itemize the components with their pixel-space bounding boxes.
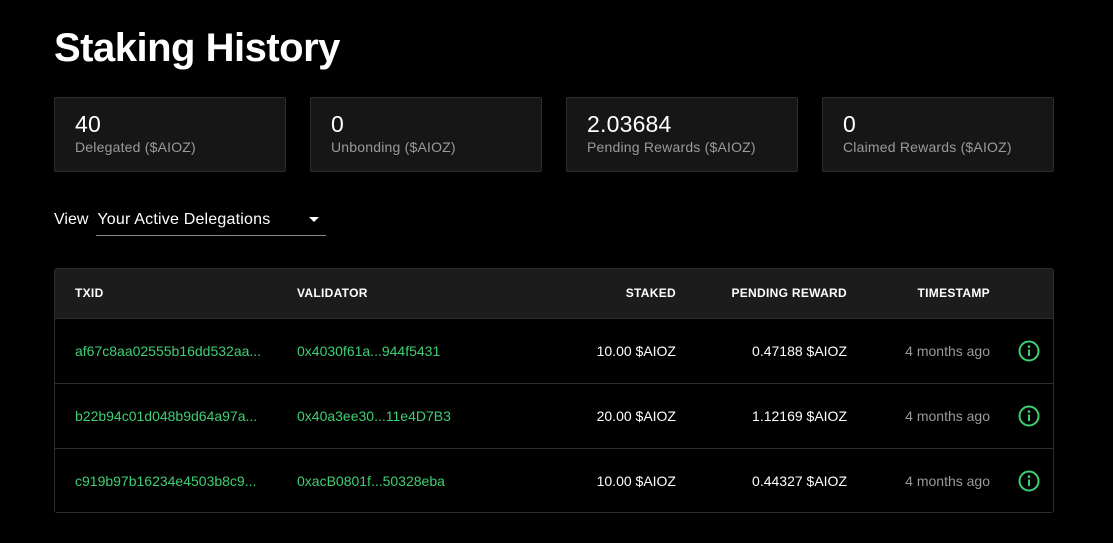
view-select[interactable]: Your Active Delegations (96, 206, 327, 236)
pending-reward-amount: 0.44327 $AIOZ (752, 473, 847, 489)
stat-value: 40 (75, 111, 101, 137)
stat-value: 0 (843, 111, 856, 137)
txid-link[interactable]: c919b97b16234e4503b8c9... (75, 449, 280, 512)
view-label: View (54, 211, 89, 228)
validator-link[interactable]: 0x40a3ee30...11e4D7B3 (297, 384, 451, 448)
txid-link[interactable]: af67c8aa02555b16dd532aa... (75, 319, 280, 383)
timestamp: 4 months ago (905, 343, 990, 359)
column-header-validator: VALIDATOR (297, 286, 368, 300)
table-row: b22b94c01d048b9d64a97a... 0x40a3ee30...1… (55, 384, 1053, 449)
pending-reward-amount: 0.47188 $AIOZ (752, 343, 847, 359)
stat-label: Delegated ($AIOZ) (75, 139, 196, 155)
table-header: TXID VALIDATOR STAKED PENDING REWARD TIM… (55, 269, 1053, 319)
stat-card-claimed-rewards: 0 Claimed Rewards ($AIOZ) (822, 97, 1054, 172)
stat-label: Unbonding ($AIOZ) (331, 139, 456, 155)
column-header-staked: STAKED (625, 286, 676, 300)
staked-amount: 20.00 $AIOZ (596, 408, 676, 424)
stat-card-pending-rewards: 2.03684 Pending Rewards ($AIOZ) (566, 97, 798, 172)
staked-amount: 10.00 $AIOZ (596, 473, 676, 489)
timestamp: 4 months ago (905, 473, 990, 489)
column-header-txid: TXID (75, 286, 104, 300)
column-header-pending-reward: PENDING REWARD (731, 286, 847, 300)
table-row: af67c8aa02555b16dd532aa... 0x4030f61a...… (55, 319, 1053, 384)
pending-reward-amount: 1.12169 $AIOZ (752, 408, 847, 424)
delegations-table: TXID VALIDATOR STAKED PENDING REWARD TIM… (54, 268, 1054, 513)
stat-label: Pending Rewards ($AIOZ) (587, 139, 756, 155)
table-row: c919b97b16234e4503b8c9... 0xacB0801f...5… (55, 449, 1053, 512)
validator-link[interactable]: 0x4030f61a...944f5431 (297, 319, 440, 383)
stat-label: Claimed Rewards ($AIOZ) (843, 139, 1012, 155)
info-icon[interactable] (1018, 470, 1040, 492)
info-icon[interactable] (1018, 405, 1040, 427)
staked-amount: 10.00 $AIOZ (596, 343, 676, 359)
timestamp: 4 months ago (905, 408, 990, 424)
page-title: Staking History (54, 26, 340, 70)
stats-row: 40 Delegated ($AIOZ) 0 Unbonding ($AIOZ)… (54, 97, 1054, 172)
view-filter: View Your Active Delegations (54, 206, 327, 236)
stat-value: 0 (331, 111, 344, 137)
stat-value: 2.03684 (587, 111, 672, 137)
stat-card-delegated: 40 Delegated ($AIOZ) (54, 97, 286, 172)
chevron-down-icon (309, 217, 320, 222)
column-header-timestamp: TIMESTAMP (917, 286, 990, 300)
staking-history-page: Staking History 40 Delegated ($AIOZ) 0 U… (0, 0, 1113, 543)
stat-card-unbonding: 0 Unbonding ($AIOZ) (310, 97, 542, 172)
validator-link[interactable]: 0xacB0801f...50328eba (297, 449, 445, 512)
info-icon[interactable] (1018, 340, 1040, 362)
txid-link[interactable]: b22b94c01d048b9d64a97a... (75, 384, 280, 448)
view-select-value: Your Active Delegations (97, 211, 271, 228)
